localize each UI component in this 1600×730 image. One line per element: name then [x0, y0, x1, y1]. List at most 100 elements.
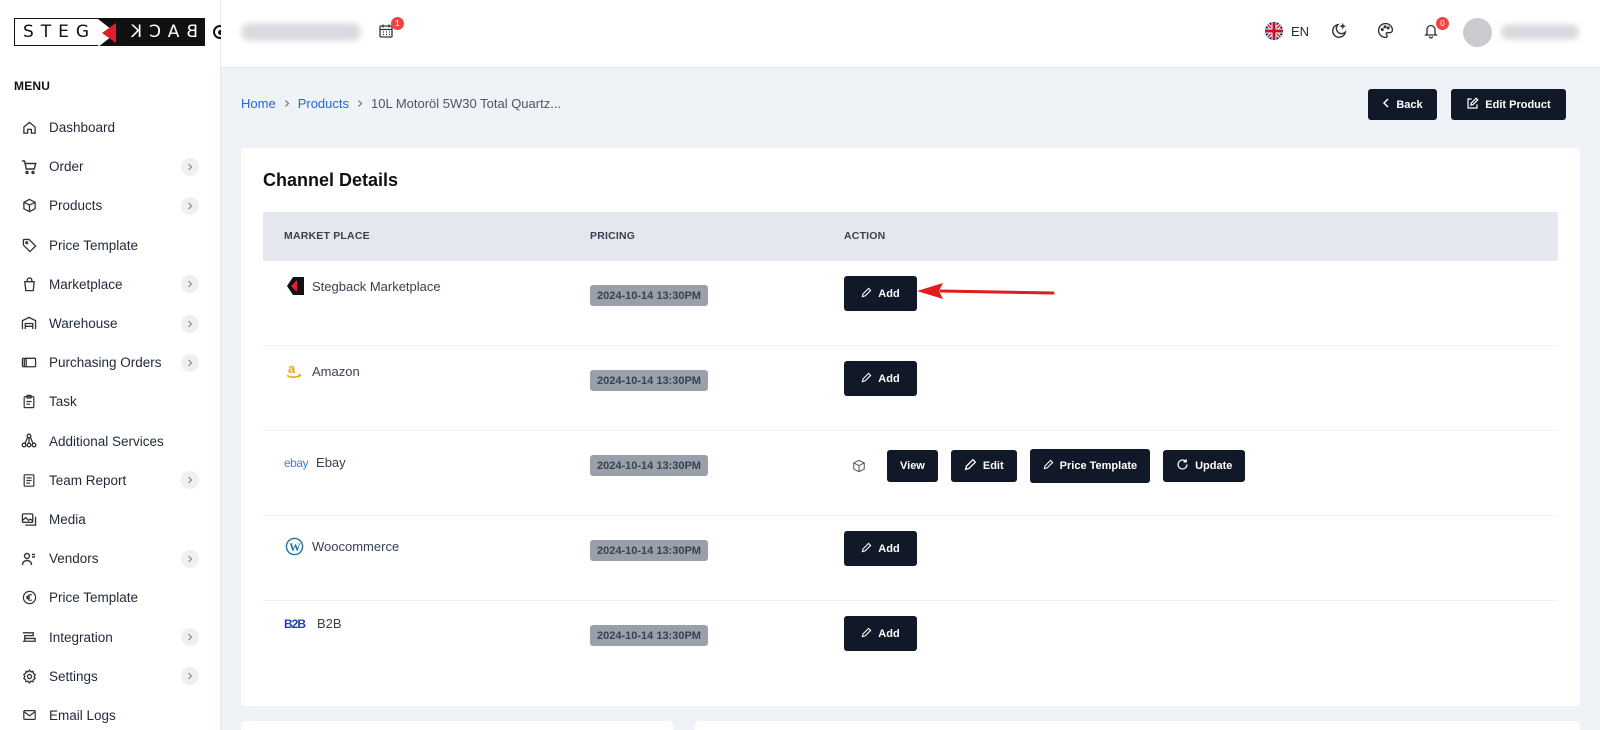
sidebar-item-team-report[interactable]: Team Report [0, 461, 221, 500]
marketplace-cell: ebay Ebay [284, 455, 346, 470]
pencil-icon [861, 627, 872, 641]
avatar[interactable] [1463, 18, 1492, 47]
sidebar-item-products[interactable]: Products [0, 186, 221, 225]
pricing-badge: 2024-10-14 13:30PM [590, 285, 708, 306]
chevron-right-icon[interactable] [181, 353, 199, 372]
media-icon [21, 511, 37, 527]
chevron-right-icon [356, 96, 364, 111]
breadcrumb-current: 10L Motoröl 5W30 Total Quartz... [371, 96, 562, 111]
b2b-logo-icon: B2B [284, 616, 306, 631]
chevron-right-icon[interactable] [181, 628, 199, 647]
bottom-card-left [241, 721, 673, 730]
sidebar-item-label: Marketplace [49, 276, 123, 292]
theme-toggle-button[interactable] [1328, 22, 1350, 44]
chevron-right-icon[interactable] [181, 275, 199, 294]
price-template-label: Price Template [1059, 459, 1138, 472]
svg-text:W: W [289, 541, 301, 553]
table-row: W Woocommerce 2024-10-14 13:30PM Add [263, 516, 1558, 601]
pricing-badge: 2024-10-14 13:30PM [590, 625, 708, 646]
view-label: View [900, 459, 925, 472]
cart-icon [21, 159, 37, 175]
add-label: Add [878, 627, 900, 640]
update-label: Update [1195, 459, 1233, 472]
sidebar: STEG BACK MENU Dashboard Order Products [0, 0, 228, 730]
sidebar-item-dashboard[interactable]: Dashboard [0, 108, 221, 147]
sidebar-item-settings[interactable]: Settings [0, 657, 221, 696]
sidebar-item-additional-services[interactable]: Additional Services [0, 422, 221, 461]
add-button[interactable]: Add [844, 531, 917, 566]
sidebar-item-email-logs[interactable]: Email Logs [0, 696, 221, 730]
brand-logo[interactable]: STEG BACK [14, 18, 228, 47]
table-row: a Amazon 2024-10-14 13:30PM Add [263, 346, 1558, 431]
table-row: B2B B2B 2024-10-14 13:30PM Add [263, 601, 1558, 686]
sidebar-item-label: Price Template [49, 590, 139, 606]
table-row: Stegback Marketplace 2024-10-14 13:30PM … [263, 261, 1558, 346]
logo-right-text: BACK [124, 22, 199, 42]
top-bar: 1 EN 0 [221, 0, 1600, 68]
chevron-right-icon[interactable] [181, 314, 199, 333]
refresh-icon [1176, 458, 1189, 474]
add-button[interactable]: Add [844, 361, 917, 396]
edit-button[interactable]: Edit [950, 449, 1017, 482]
chevron-right-icon[interactable] [181, 549, 199, 568]
language-switcher[interactable]: EN [1265, 22, 1309, 40]
sidebar-item-price-template-2[interactable]: Price Template [0, 578, 221, 617]
sidebar-item-label: Warehouse [49, 316, 118, 332]
edit-product-button[interactable]: Edit Product [1451, 89, 1566, 120]
ebay-logo-icon: ebay [284, 456, 309, 470]
company-switcher[interactable] [241, 23, 361, 41]
edit-square-icon [1466, 96, 1479, 113]
calendar-button[interactable]: 1 [375, 17, 404, 44]
add-button[interactable]: Add [844, 276, 917, 311]
chevron-right-icon[interactable] [181, 157, 199, 176]
sidebar-item-price-template[interactable]: Price Template [0, 226, 221, 265]
sidebar-item-integration[interactable]: Integration [0, 617, 221, 656]
sidebar-item-warehouse[interactable]: Warehouse [0, 304, 221, 343]
user-name[interactable] [1501, 24, 1579, 40]
chevron-right-icon[interactable] [181, 196, 199, 215]
notifications-button[interactable]: 0 [1420, 17, 1449, 44]
cube-icon[interactable] [844, 459, 874, 473]
update-button[interactable]: Update [1163, 449, 1246, 482]
marketplace-name: Woocommerce [312, 538, 400, 554]
breadcrumb: Home Products 10L Motoröl 5W30 Total Qua… [241, 96, 561, 111]
sidebar-item-vendors[interactable]: Vendors [0, 539, 221, 578]
clipboard-icon [21, 394, 37, 410]
back-button[interactable]: Back [1368, 89, 1437, 120]
sidebar-item-label: Media [49, 511, 86, 527]
chevron-left-icon [1382, 98, 1390, 111]
chevron-right-icon[interactable] [181, 667, 199, 686]
sidebar-item-label: Price Template [49, 237, 139, 253]
sidebar-item-marketplace[interactable]: Marketplace [0, 265, 221, 304]
palette-icon [1377, 22, 1394, 44]
view-button[interactable]: View [887, 449, 938, 482]
marketplace-name: Ebay [316, 455, 346, 470]
column-header-pricing: PRICING [590, 230, 636, 242]
stegback-logo-icon [284, 277, 304, 295]
sidebar-item-order[interactable]: Order [0, 147, 221, 186]
pencil-icon [861, 542, 872, 556]
sidebar-item-task[interactable]: Task [0, 382, 221, 421]
column-header-action: ACTION [844, 230, 886, 242]
sidebar-item-label: Integration [49, 629, 113, 645]
sidebar-item-media[interactable]: Media [0, 500, 221, 539]
sidebar-item-label: Dashboard [49, 120, 116, 136]
b2b-logo-text: B2B [284, 616, 306, 631]
palette-button[interactable] [1374, 22, 1396, 44]
sidebar-item-purchasing-orders[interactable]: Purchasing Orders [0, 343, 221, 382]
menu-title: MENU [14, 79, 51, 93]
gear-icon [21, 668, 37, 684]
sidebar-item-label: Products [49, 198, 103, 214]
logo-chevron-red [102, 23, 117, 43]
pricing-badge: 2024-10-14 13:30PM [590, 370, 708, 391]
sidebar-item-label: Vendors [49, 551, 99, 567]
calendar-badge: 1 [391, 17, 404, 30]
cards-icon [21, 355, 37, 371]
add-button[interactable]: Add [844, 616, 917, 651]
chevron-right-icon[interactable] [181, 471, 199, 490]
sidebar-item-label: Settings [49, 668, 98, 684]
breadcrumb-products[interactable]: Products [298, 96, 349, 111]
marketplace-cell: Stegback Marketplace [284, 277, 441, 295]
price-template-button[interactable]: Price Template [1029, 448, 1151, 483]
breadcrumb-home[interactable]: Home [241, 96, 276, 111]
